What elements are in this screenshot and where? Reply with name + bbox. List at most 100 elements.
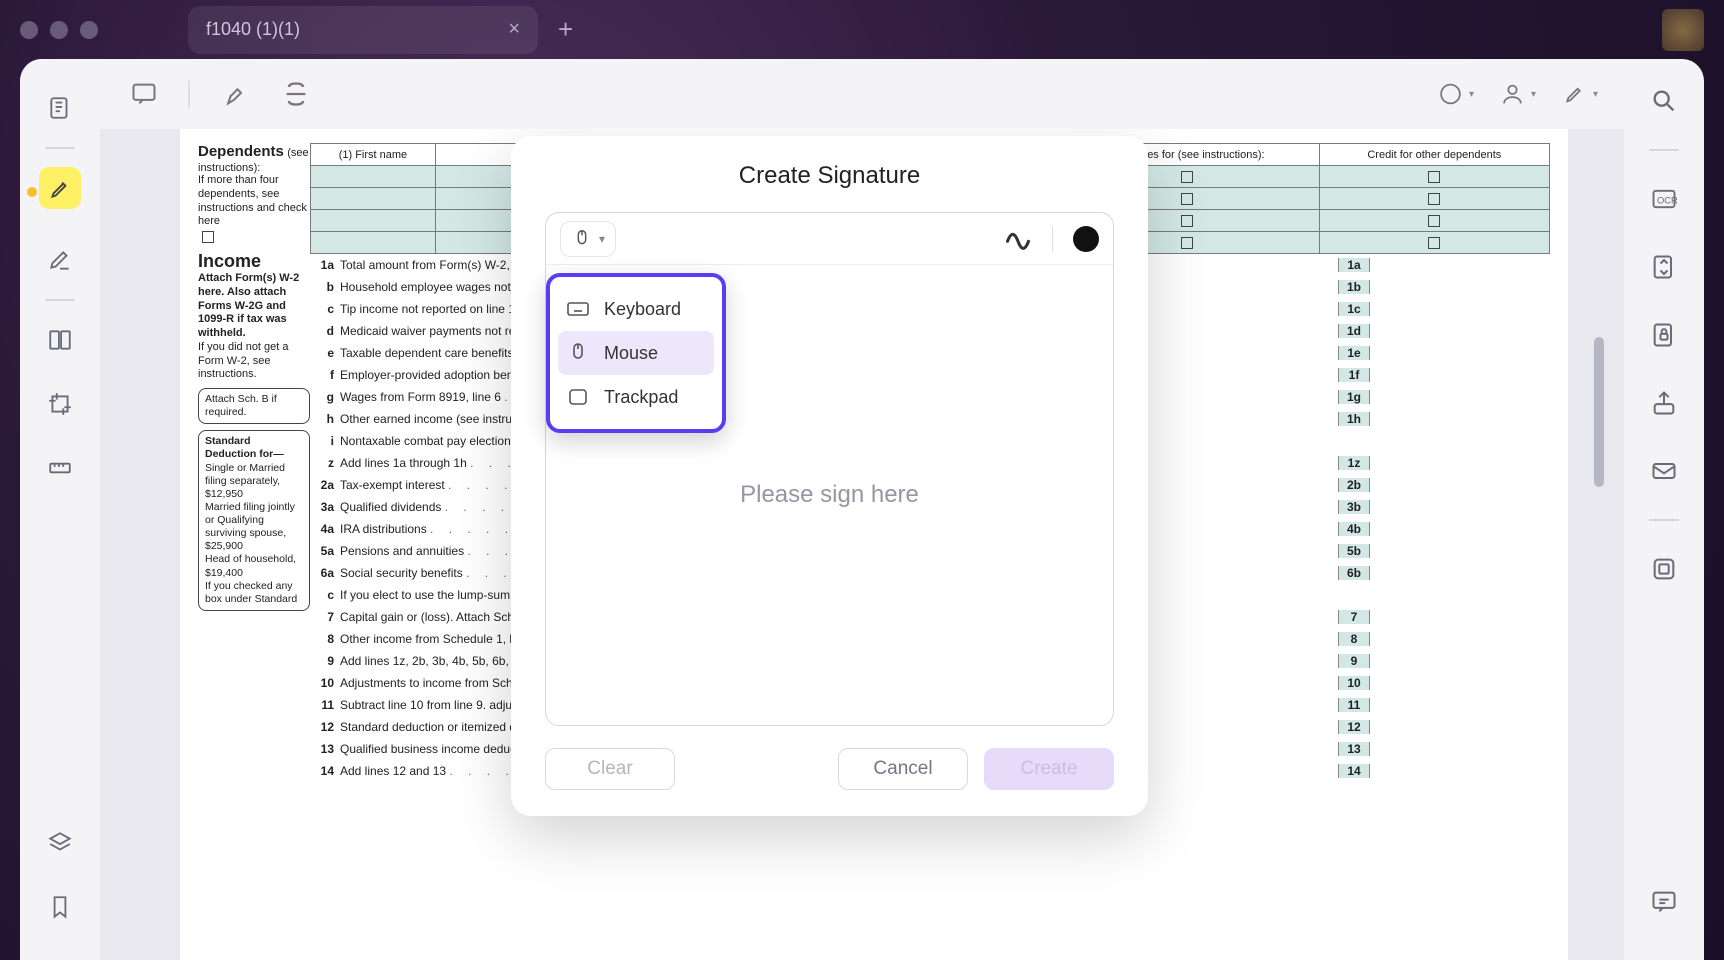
dep-check[interactable]	[1181, 171, 1193, 183]
input-method-dropdown[interactable]: ▾ Keyboard Mouse	[560, 221, 616, 257]
method-keyboard[interactable]: Keyboard	[558, 287, 714, 331]
stamp-dropdown[interactable]: ▾	[1438, 76, 1474, 112]
line-ref: 1a	[1338, 258, 1370, 272]
line-number: b	[310, 280, 340, 294]
compare-icon[interactable]	[39, 319, 81, 361]
vertical-scrollbar[interactable]	[1594, 337, 1604, 487]
line-number: c	[310, 302, 340, 316]
profile-dropdown[interactable]: ▾	[1500, 76, 1536, 112]
dep-check[interactable]	[1181, 193, 1193, 205]
line-number: 12	[310, 720, 340, 734]
method-label: Trackpad	[604, 387, 678, 408]
document-tab[interactable]: f1040 (1)(1) ×	[188, 6, 538, 54]
divider	[45, 299, 75, 301]
keyboard-icon	[566, 297, 590, 321]
line-number: 6a	[310, 566, 340, 580]
line-number: 14	[310, 764, 340, 778]
more-than-four-note: If more than four dependents, see instru…	[198, 174, 310, 229]
traffic-lights	[20, 21, 98, 39]
separator	[188, 80, 190, 108]
titlebar: f1040 (1)(1) × +	[0, 0, 1724, 59]
line-ref: 5b	[1338, 544, 1370, 558]
sign-tool-icon[interactable]	[39, 239, 81, 281]
sd-item: Married filing jointly or Qualifying sur…	[205, 501, 303, 554]
line-number: 10	[310, 676, 340, 690]
cancel-button[interactable]: Cancel	[838, 748, 968, 790]
sch-b-note: Attach Sch. B if required.	[198, 388, 310, 424]
line-ref: 4b	[1338, 522, 1370, 536]
protect-icon[interactable]	[1644, 315, 1684, 355]
layers-icon[interactable]	[39, 822, 81, 864]
line-number: f	[310, 368, 340, 382]
measure-icon[interactable]	[39, 447, 81, 489]
clear-button[interactable]: Clear	[545, 748, 675, 790]
line-ref: 1c	[1338, 302, 1370, 316]
create-button[interactable]: Create	[984, 748, 1114, 790]
line-ref: 1g	[1338, 390, 1370, 404]
sd-item: Head of household, $19,400	[205, 553, 303, 579]
dep-check[interactable]	[1428, 171, 1440, 183]
dep-check[interactable]	[1181, 237, 1193, 249]
color-picker[interactable]	[1073, 226, 1099, 252]
line-number: 1a	[310, 258, 340, 272]
mouse-icon	[566, 341, 590, 365]
crop-icon[interactable]	[39, 383, 81, 425]
line-number: 13	[310, 742, 340, 756]
method-mouse[interactable]: Mouse	[558, 331, 714, 375]
right-sidebar: OCR	[1624, 59, 1704, 960]
dialog-title: Create Signature	[545, 162, 1114, 190]
sd-header: Standard Deduction for—	[205, 435, 284, 460]
more-than-four-checkbox[interactable]	[202, 231, 214, 243]
strikethrough-icon[interactable]	[278, 76, 314, 112]
new-tab-button[interactable]: +	[558, 14, 573, 45]
dep-check[interactable]	[1428, 237, 1440, 249]
line-ref: 6b	[1338, 566, 1370, 580]
dep-check[interactable]	[1181, 215, 1193, 227]
tab-title: f1040 (1)(1)	[206, 19, 300, 40]
marker-icon[interactable]	[216, 76, 252, 112]
line-ref: 9	[1338, 654, 1370, 668]
chevron-down-icon: ▾	[599, 232, 605, 246]
line-number: i	[310, 434, 340, 448]
line-ref: 3b	[1338, 500, 1370, 514]
page-thumbnails-icon[interactable]	[39, 87, 81, 129]
document-viewport[interactable]: Dependents (see instructions): If more t…	[100, 129, 1624, 960]
batch-icon[interactable]	[1644, 549, 1684, 589]
bookmark-icon[interactable]	[39, 886, 81, 928]
line-ref: 1b	[1338, 280, 1370, 294]
minimize-window[interactable]	[50, 21, 68, 39]
line-number: 4a	[310, 522, 340, 536]
line-ref: 8	[1338, 632, 1370, 646]
mail-icon[interactable]	[1644, 451, 1684, 491]
app-body: ▾ ▾ ▾ OCR Dependents (see instructions):…	[20, 59, 1704, 960]
signature-toolbar: ▾ Keyboard Mouse	[546, 213, 1113, 265]
highlight-tool-icon[interactable]	[39, 167, 81, 209]
line-ref: 1e	[1338, 346, 1370, 360]
search-icon[interactable]	[1644, 81, 1684, 121]
left-sidebar	[20, 59, 100, 960]
method-trackpad[interactable]: Trackpad	[558, 375, 714, 419]
close-tab-icon[interactable]: ×	[508, 18, 520, 41]
line-number: 9	[310, 654, 340, 668]
close-window[interactable]	[20, 21, 38, 39]
app-logo	[1662, 9, 1704, 51]
attach-forms-note: Attach Form(s) W-2 here. Also attach For…	[198, 272, 310, 341]
ocr-icon[interactable]: OCR	[1644, 179, 1684, 219]
dep-check[interactable]	[1428, 193, 1440, 205]
mouse-icon	[571, 228, 593, 250]
line-ref: 7	[1338, 610, 1370, 624]
line-number: 11	[310, 698, 340, 712]
line-ref: 1h	[1338, 412, 1370, 426]
line-number: 8	[310, 632, 340, 646]
pen-signature-dropdown[interactable]: ▾	[1562, 76, 1598, 112]
share-icon[interactable]	[1644, 383, 1684, 423]
divider	[45, 147, 75, 149]
active-indicator	[27, 187, 37, 197]
convert-icon[interactable]	[1644, 247, 1684, 287]
zoom-window[interactable]	[80, 21, 98, 39]
stroke-style-icon[interactable]	[1004, 225, 1032, 253]
line-number: d	[310, 324, 340, 338]
comments-icon[interactable]	[126, 76, 162, 112]
dep-check[interactable]	[1428, 215, 1440, 227]
chat-icon[interactable]	[1644, 882, 1684, 922]
